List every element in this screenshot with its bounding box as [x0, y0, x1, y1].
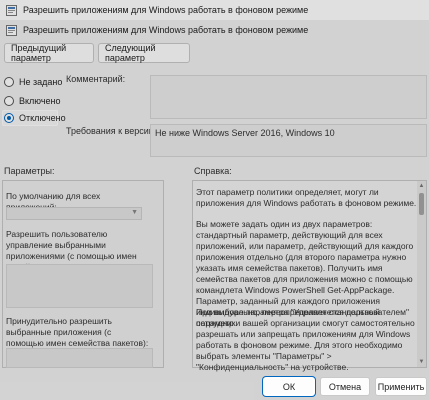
window-title: Разрешить приложениям для Windows работа… [23, 5, 309, 15]
chevron-down-icon: ▼ [131, 209, 138, 216]
next-setting-button[interactable]: Следующий параметр [98, 43, 190, 63]
policy-name: Разрешить приложениям для Windows работа… [23, 25, 309, 35]
radio-not-configured[interactable]: Не задано [4, 77, 62, 87]
help-paragraph-3: При выборе параметра "Управляется пользо… [196, 307, 415, 372]
radio-enabled[interactable]: Включено [4, 96, 61, 106]
radio-button[interactable] [4, 96, 14, 106]
policy-icon [6, 24, 17, 36]
requirements-value: Не ниже Windows Server 2016, Windows 10 [155, 128, 335, 138]
comment-value [151, 76, 426, 82]
policy-header: Разрешить приложениям для Windows работа… [0, 22, 429, 38]
params-section-label: Параметры: [4, 166, 55, 176]
radio-button[interactable] [4, 77, 14, 87]
help-paragraph-1: Этот параметр политики определяет, могут… [196, 187, 417, 208]
scrollbar-thumb[interactable] [419, 193, 424, 215]
comment-label: Комментарий: [66, 74, 126, 84]
radio-button[interactable] [4, 113, 14, 123]
requirements-field: Не ниже Windows Server 2016, Windows 10 [150, 124, 427, 157]
policy-dialog: Разрешить приложениям для Windows работа… [0, 0, 429, 400]
force-allow-list[interactable] [6, 348, 153, 368]
requirements-label: Требования к версии: [66, 126, 157, 136]
allow-user-list[interactable] [6, 264, 153, 308]
cancel-button[interactable]: Отмена [320, 377, 370, 396]
radio-label: Не задано [19, 77, 63, 87]
apply-button[interactable]: Применить [375, 377, 427, 396]
radio-label: Включено [19, 96, 61, 106]
radio-disabled[interactable]: Отключено [4, 113, 66, 123]
help-scrollbar[interactable]: ▲ ▼ [417, 181, 426, 367]
force-allow-label: Принудительно разрешить выбранные прилож… [6, 316, 149, 348]
scroll-down-icon[interactable]: ▼ [418, 358, 425, 366]
previous-setting-button[interactable]: Предыдущий параметр [4, 43, 94, 63]
ok-button[interactable]: ОК [263, 377, 315, 396]
title-bar: Разрешить приложениям для Windows работа… [0, 0, 429, 20]
default-apps-dropdown[interactable]: ▼ [6, 207, 142, 220]
help-section-label: Справка: [194, 166, 232, 176]
policy-icon [6, 4, 17, 16]
radio-label: Отключено [19, 113, 66, 123]
scroll-up-icon[interactable]: ▲ [418, 182, 425, 190]
comment-field[interactable] [150, 75, 427, 119]
